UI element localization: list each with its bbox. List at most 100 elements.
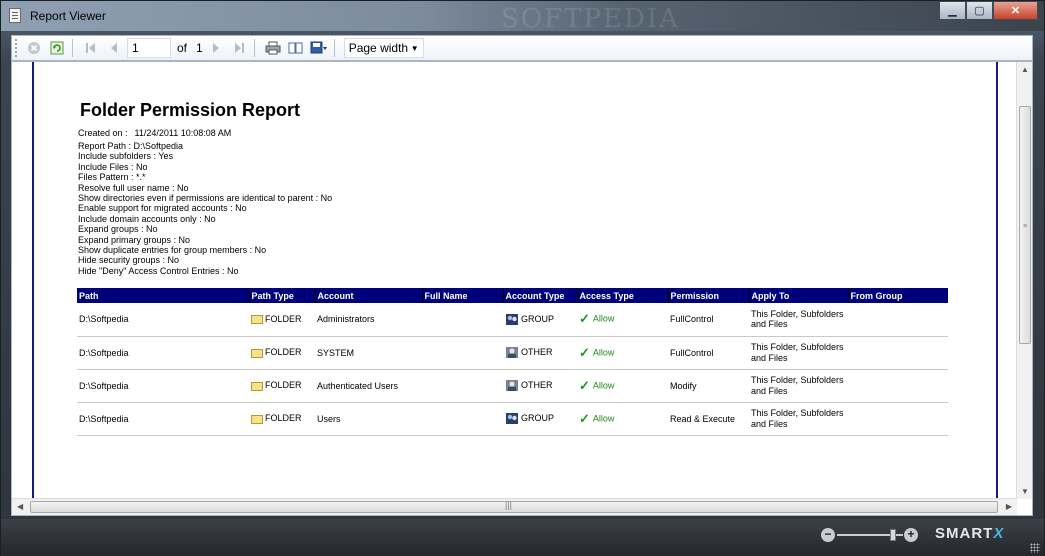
- chevron-down-icon: ▼: [410, 43, 419, 53]
- cell-full-name: [422, 369, 503, 403]
- account-type-text: GROUP: [521, 313, 555, 324]
- apply-to-line: This Folder, Subfolders: [751, 308, 844, 319]
- created-on: Created on : 11/24/2011 10:08:08 AM: [78, 128, 231, 138]
- close-icon: ✕: [1010, 5, 1021, 17]
- cell-account-type: OTHER: [503, 336, 577, 370]
- cell-from-group: [848, 369, 948, 403]
- param-line: Report Path : D:\Softpedia: [78, 141, 184, 151]
- vertical-scrollbar[interactable]: ▲ ≡ ▼: [1016, 62, 1032, 499]
- cell-account-type: GROUP: [503, 402, 577, 436]
- brand-text: SMART: [935, 525, 994, 542]
- folder-icon: [251, 414, 263, 424]
- account-type-text: OTHER: [521, 346, 553, 357]
- minimize-button[interactable]: ▁: [939, 1, 966, 20]
- apply-to-line: and Files: [751, 352, 788, 363]
- zoom-select[interactable]: Page width ▼: [343, 38, 424, 58]
- scroll-left-icon[interactable]: ◀: [17, 502, 23, 511]
- page-number-input[interactable]: [127, 38, 171, 58]
- column-header-permission[interactable]: Permission: [667, 288, 749, 303]
- brand-logo: SMARTX: [935, 525, 1004, 542]
- maximize-button[interactable]: ▢: [966, 1, 993, 20]
- zoom-out-icon[interactable]: −: [821, 528, 835, 542]
- cell-account: Users: [315, 402, 422, 436]
- cell-path: D:\Softpedia: [77, 369, 249, 403]
- first-page-icon[interactable]: [81, 38, 101, 58]
- zoom-in-icon[interactable]: +: [904, 528, 918, 542]
- group-icon: [506, 313, 518, 325]
- title-bar[interactable]: Report Viewer SOFTPEDIA ▁ ▢ ✕: [1, 1, 1044, 34]
- grip-icon: ≡: [1023, 223, 1028, 230]
- cell-path-type: FOLDER: [249, 402, 315, 436]
- column-header-access-type[interactable]: Access Type: [576, 288, 668, 303]
- minimize-icon: ▁: [948, 5, 957, 17]
- column-header-account[interactable]: Account: [314, 288, 422, 303]
- apply-to-line: This Folder, Subfolders: [751, 342, 844, 352]
- toolbar-grip[interactable]: [15, 39, 21, 57]
- param-line: Include Files : No: [78, 161, 148, 172]
- param-line: Resolve full user name : No: [78, 182, 189, 193]
- toolbar-separator: [253, 39, 255, 57]
- check-icon: ✓: [579, 311, 590, 327]
- path-type-text: FOLDER: [265, 413, 302, 424]
- cell-from-group: [848, 402, 948, 436]
- last-page-icon[interactable]: [229, 38, 249, 58]
- cell-apply-to: This Folder, Subfolders and Files: [749, 336, 848, 370]
- access-type-text: Allow: [592, 313, 615, 324]
- window-title: Report Viewer: [30, 9, 106, 23]
- user-icon: [506, 380, 518, 391]
- stop-icon[interactable]: [24, 38, 44, 58]
- cell-from-group: [848, 303, 948, 337]
- column-header-apply-to[interactable]: Apply To: [748, 288, 848, 303]
- toolbar-separator: [333, 39, 335, 57]
- cell-apply-to: This Folder, Subfolders and Files: [749, 303, 848, 337]
- report-parameters: Report Path : D:\Softpedia Include subfo…: [78, 141, 332, 276]
- table-row: D:\Softpedia FOLDER Administrators GROUP…: [77, 303, 948, 337]
- param-line: Include domain accounts only : No: [78, 213, 216, 224]
- brand-x: X: [993, 525, 1005, 542]
- path-type-text: FOLDER: [265, 314, 302, 325]
- param-line: Expand primary groups : No: [78, 234, 191, 245]
- zoom-slider-thumb[interactable]: [890, 529, 896, 541]
- vertical-scroll-thumb[interactable]: ≡: [1019, 106, 1031, 344]
- param-line: Files Pattern : *.*: [78, 172, 146, 183]
- cell-permission: Modify: [668, 369, 749, 403]
- apply-to-line: This Folder, Subfolders: [751, 408, 844, 418]
- cell-path-type: FOLDER: [249, 303, 315, 337]
- status-bar: − + SMARTX: [1, 519, 1044, 556]
- cell-path: D:\Softpedia: [77, 402, 249, 436]
- horizontal-scroll-thumb[interactable]: |||: [30, 500, 998, 513]
- horizontal-scrollbar[interactable]: ◀ ||| ▶: [12, 498, 1017, 515]
- refresh-icon[interactable]: [47, 38, 67, 58]
- cell-path-type: FOLDER: [249, 369, 315, 403]
- column-header-full-name[interactable]: Full Name: [421, 288, 503, 303]
- save-icon[interactable]: [309, 38, 329, 58]
- apply-to-line: and Files: [751, 385, 788, 396]
- folder-icon: [251, 381, 263, 391]
- resize-grip[interactable]: [1030, 543, 1040, 553]
- cell-access-type: ✓ Allow: [577, 336, 668, 370]
- cell-apply-to: This Folder, Subfolders and Files: [749, 402, 848, 436]
- column-header-account-type[interactable]: Account Type: [502, 288, 577, 303]
- previous-page-icon[interactable]: [104, 38, 124, 58]
- column-header-path[interactable]: Path: [77, 288, 249, 303]
- column-header-from-group[interactable]: From Group: [847, 288, 948, 303]
- window-controls: ▁ ▢ ✕: [939, 1, 1038, 20]
- page-setup-icon[interactable]: [286, 38, 306, 58]
- param-line: Expand groups : No: [78, 224, 158, 235]
- watermark-logo: SOFTPEDIA: [501, 4, 680, 34]
- scroll-right-icon[interactable]: ▶: [1006, 502, 1012, 511]
- next-page-icon[interactable]: [206, 38, 226, 58]
- scroll-down-icon[interactable]: ▼: [1021, 487, 1029, 496]
- table-row: D:\Softpedia FOLDER SYSTEM OTHER ✓ Allow …: [77, 336, 948, 370]
- access-type-text: Allow: [592, 412, 615, 423]
- of-label: of: [177, 41, 188, 55]
- scroll-up-icon[interactable]: ▲: [1021, 65, 1029, 74]
- param-line: Show directories even if permissions are…: [78, 193, 333, 204]
- print-icon[interactable]: [263, 38, 283, 58]
- table-row: D:\Softpedia FOLDER Users GROUP ✓ Allow R…: [77, 402, 948, 436]
- cell-account-type: GROUP: [503, 303, 577, 337]
- cell-path: D:\Softpedia: [77, 303, 249, 337]
- close-button[interactable]: ✕: [993, 1, 1038, 20]
- column-header-path-type[interactable]: Path Type: [248, 288, 315, 303]
- zoom-select-value: Page width: [348, 41, 409, 55]
